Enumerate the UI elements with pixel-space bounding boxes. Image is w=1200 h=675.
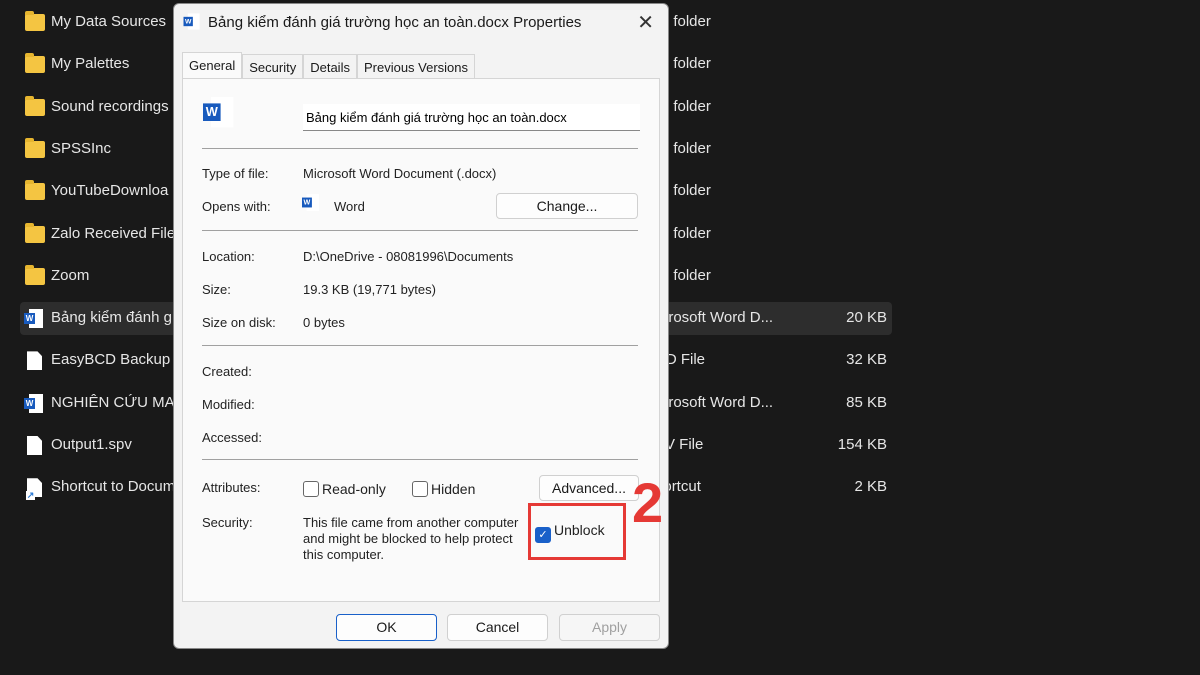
hidden-label: Hidden xyxy=(431,481,475,497)
file-name: Bảng kiểm đánh g xyxy=(51,309,172,326)
hidden-checkbox[interactable]: Hidden xyxy=(412,481,475,497)
opens-value: Word xyxy=(334,199,365,214)
folder-icon xyxy=(25,99,45,116)
folder-icon xyxy=(25,14,45,31)
file-name: SPSSInc xyxy=(51,140,111,157)
file-size: 154 KB xyxy=(838,436,887,453)
file-name: EasyBCD Backup ( xyxy=(51,351,179,368)
file-name: NGHIÊN CỨU MA xyxy=(51,394,175,411)
annotation-highlight-box xyxy=(528,503,626,560)
cancel-button[interactable]: Cancel xyxy=(447,614,548,641)
file-name: Sound recordings xyxy=(51,98,169,115)
tab-general[interactable]: General xyxy=(182,52,242,78)
folder-icon xyxy=(25,268,45,285)
readonly-label: Read-only xyxy=(322,481,386,497)
location-label: Location: xyxy=(202,249,255,264)
word-document-icon: W xyxy=(203,97,235,127)
file-name: Zalo Received File xyxy=(51,225,175,242)
word-app-icon: W xyxy=(302,194,320,211)
file-name: Zoom xyxy=(51,267,89,284)
file-icon xyxy=(27,436,42,455)
file-name: YouTubeDownloa xyxy=(51,182,168,199)
file-size: 20 KB xyxy=(846,309,887,326)
tab-details[interactable]: Details xyxy=(303,54,357,78)
ok-button[interactable]: OK xyxy=(336,614,437,641)
tab-previous-versions[interactable]: Previous Versions xyxy=(357,54,475,78)
tab-security[interactable]: Security xyxy=(242,54,303,78)
file-name: My Palettes xyxy=(51,55,129,72)
file-name: Output1.spv xyxy=(51,436,132,453)
file-size: 2 KB xyxy=(854,478,887,495)
security-text: This file came from another computer and… xyxy=(303,515,531,563)
attributes-label: Attributes: xyxy=(202,480,261,495)
disk-value: 0 bytes xyxy=(303,315,345,330)
size-value: 19.3 KB (19,771 bytes) xyxy=(303,282,436,297)
filename-input[interactable] xyxy=(303,104,640,131)
annotation-step-number: 2 xyxy=(632,470,663,535)
word-file-icon: W xyxy=(24,309,44,328)
file-size: 32 KB xyxy=(846,351,887,368)
word-file-icon: W xyxy=(24,394,44,413)
shortcut-arrow-icon: ↗ xyxy=(26,491,35,500)
file-name: Shortcut to Docum xyxy=(51,478,175,495)
advanced-button[interactable]: Advanced... xyxy=(539,475,639,501)
close-icon[interactable]: ✕ xyxy=(637,10,654,35)
accessed-label: Accessed: xyxy=(202,430,262,445)
type-label: Type of file: xyxy=(202,166,268,181)
created-label: Created: xyxy=(202,364,252,379)
apply-button[interactable]: Apply xyxy=(559,614,660,641)
file-size: 85 KB xyxy=(846,394,887,411)
readonly-checkbox[interactable]: Read-only xyxy=(303,481,386,497)
change-button[interactable]: Change... xyxy=(496,193,638,219)
disk-label: Size on disk: xyxy=(202,315,276,330)
modified-label: Modified: xyxy=(202,397,255,412)
location-value: D:\OneDrive - 08081996\Documents xyxy=(303,249,513,264)
file-icon xyxy=(27,351,42,370)
file-name: My Data Sources xyxy=(51,13,166,30)
type-value: Microsoft Word Document (.docx) xyxy=(303,166,496,181)
folder-icon xyxy=(25,141,45,158)
dialog-title: Bảng kiểm đánh giá trường học an toàn.do… xyxy=(208,14,581,31)
security-label: Security: xyxy=(202,515,253,530)
size-label: Size: xyxy=(202,282,231,297)
folder-icon xyxy=(25,226,45,243)
opens-label: Opens with: xyxy=(202,199,271,214)
word-file-icon: W xyxy=(184,13,201,29)
folder-icon xyxy=(25,183,45,200)
folder-icon xyxy=(25,56,45,73)
